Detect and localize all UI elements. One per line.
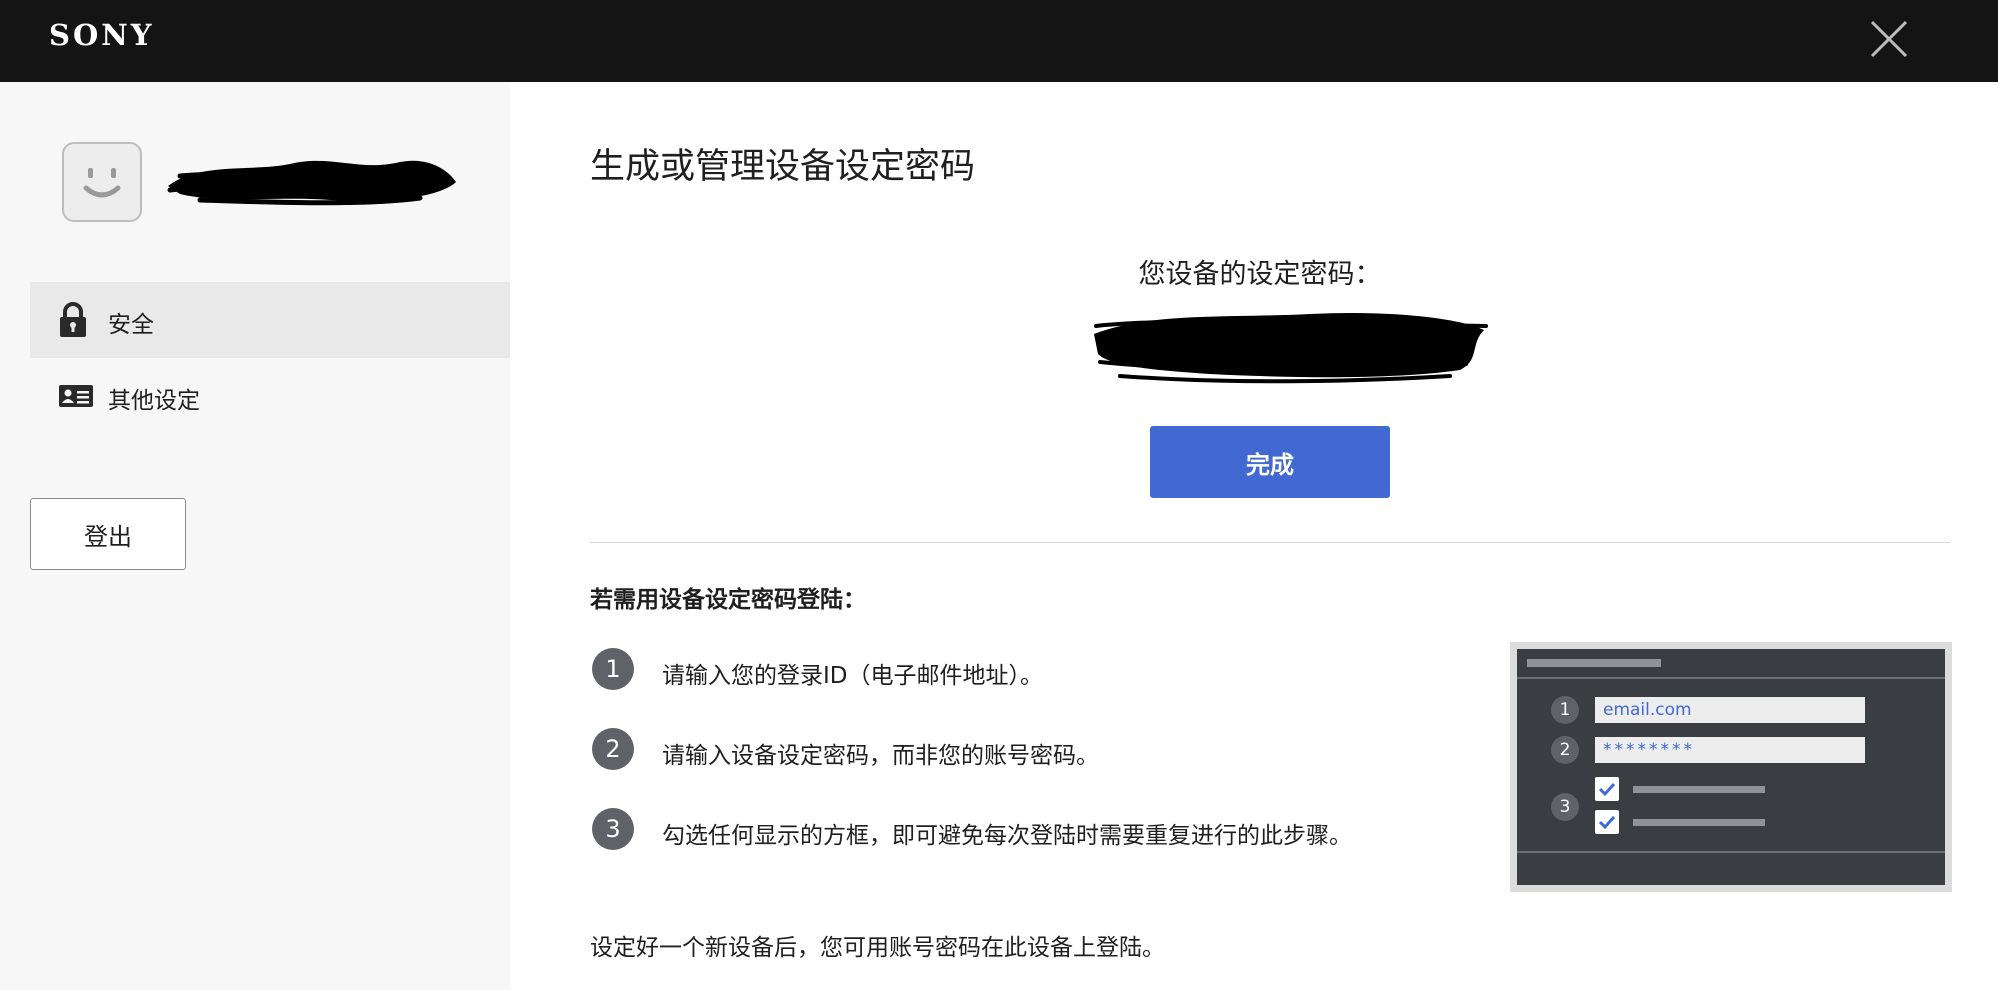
redacted-password xyxy=(1094,312,1488,384)
sony-logo: SONY xyxy=(49,18,155,52)
illustration-step-number: 3 xyxy=(1551,793,1579,821)
smiley-face-icon xyxy=(83,168,121,198)
sidebar-item-other-settings[interactable]: 其他设定 xyxy=(30,358,510,434)
illustration-email-field: email.com xyxy=(1595,697,1865,723)
illustration-label-line xyxy=(1633,819,1765,826)
sidebar-item-security[interactable]: 安全 xyxy=(30,282,510,358)
password-label: 您设备的设定密码： xyxy=(1138,259,1382,290)
illustration-checkbox xyxy=(1595,810,1619,834)
step-text: 请输入设备设定密码，而非您的账号密码。 xyxy=(662,743,1099,769)
step-text: 勾选任何显示的方框，即可避免每次登陆时需要重复进行的此步骤。 xyxy=(662,823,1352,849)
illustration-screen: 1 email.com 2 ******** 3 xyxy=(1517,649,1945,885)
id-card-icon xyxy=(59,385,93,407)
illustration-divider xyxy=(1517,851,1945,853)
sidebar-item-label: 安全 xyxy=(108,312,154,338)
sidebar: 安全 其他设定 登出 xyxy=(0,82,510,990)
illustration-divider xyxy=(1517,677,1945,679)
divider xyxy=(590,542,1950,543)
illustration-checkbox xyxy=(1595,777,1619,801)
avatar xyxy=(62,142,142,222)
step-number: 1 xyxy=(592,648,634,690)
logout-button[interactable]: 登出 xyxy=(30,498,186,570)
illustration-step-number: 1 xyxy=(1551,696,1579,724)
lock-icon xyxy=(60,302,86,337)
redacted-username xyxy=(167,160,456,206)
footer-note: 设定好一个新设备后，您可用账号密码在此设备上登陆。 xyxy=(590,935,1165,961)
page-title: 生成或管理设备设定密码 xyxy=(590,147,976,187)
close-button[interactable] xyxy=(1866,16,1912,62)
sidebar-item-label: 其他设定 xyxy=(108,388,200,414)
step-number: 2 xyxy=(592,728,634,770)
step-number: 3 xyxy=(592,808,634,850)
checkmark-icon xyxy=(1598,782,1616,797)
illustration-step-number: 2 xyxy=(1551,736,1579,764)
illustration-label-line xyxy=(1633,786,1765,793)
step-text: 请输入您的登录ID（电子邮件地址）。 xyxy=(662,663,1043,689)
top-bar: SONY xyxy=(0,0,1998,82)
login-illustration: 1 email.com 2 ******** 3 xyxy=(1510,642,1952,892)
done-button[interactable]: 完成 xyxy=(1150,426,1390,498)
checkmark-icon xyxy=(1598,815,1616,830)
instructions-heading: 若需用设备设定密码登陆： xyxy=(590,587,866,613)
main-content: 生成或管理设备设定密码 您设备的设定密码： 完成 若需用设备设定密码登陆： 1 … xyxy=(510,82,1998,990)
illustration-password-field: ******** xyxy=(1595,737,1865,763)
illustration-title-bar xyxy=(1527,659,1661,667)
close-icon xyxy=(1870,20,1908,58)
